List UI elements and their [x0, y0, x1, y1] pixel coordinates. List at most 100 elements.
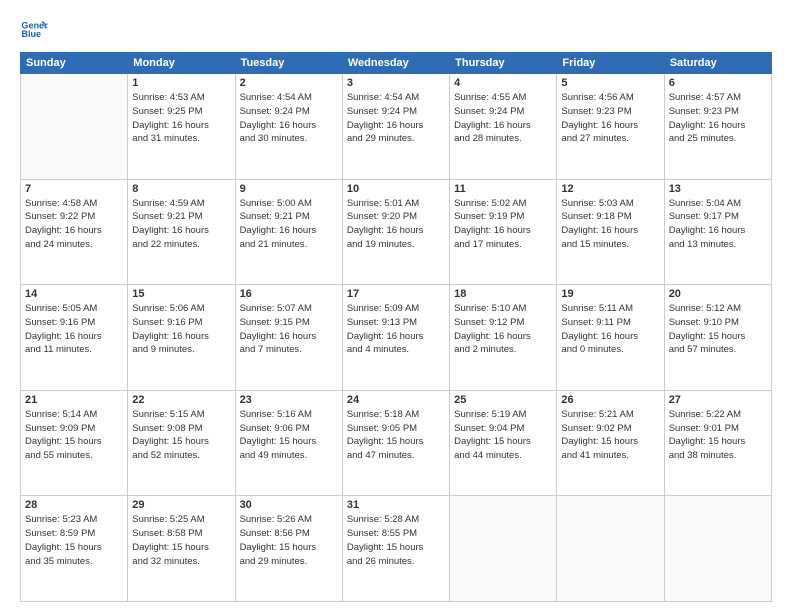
calendar-cell: 16 Sunrise: 5:07 AM Sunset: 9:15 PM Dayli… — [235, 285, 342, 391]
day-number: 2 — [240, 77, 338, 89]
day-number: 12 — [561, 183, 659, 195]
day-info: Sunrise: 5:05 AM Sunset: 9:16 PM Dayligh… — [25, 302, 123, 357]
calendar-cell — [450, 496, 557, 602]
calendar-week-3: 21Sunrise: 5:14 AM Sunset: 9:09 PM Dayli… — [21, 390, 772, 496]
logo-icon: General Blue — [20, 16, 48, 44]
calendar-cell: 4 Sunrise: 4:55 AM Sunset: 9:24 PM Daylig… — [450, 74, 557, 180]
day-info: Sunrise: 5:06 AM Sunset: 9:16 PM Dayligh… — [132, 302, 230, 357]
logo: General Blue — [20, 16, 52, 44]
day-number: 7 — [25, 183, 123, 195]
calendar-cell: 6 Sunrise: 4:57 AM Sunset: 9:23 PM Daylig… — [664, 74, 771, 180]
calendar-cell: 14Sunrise: 5:05 AM Sunset: 9:16 PM Dayli… — [21, 285, 128, 391]
day-info: Sunrise: 5:07 AM Sunset: 9:15 PM Dayligh… — [240, 302, 338, 357]
day-info: Sunrise: 4:54 AM Sunset: 9:24 PM Dayligh… — [240, 91, 338, 146]
day-info: Sunrise: 5:12 AM Sunset: 9:10 PM Dayligh… — [669, 302, 767, 357]
day-number: 11 — [454, 183, 552, 195]
calendar-cell: 28 Sunrise: 5:23 AM Sunset: 8:59 PM Dayli… — [21, 496, 128, 602]
calendar-header-saturday: Saturday — [664, 53, 771, 74]
day-number: 18 — [454, 288, 552, 300]
day-info: Sunrise: 5:09 AM Sunset: 9:13 PM Dayligh… — [347, 302, 445, 357]
day-number: 30 — [240, 499, 338, 511]
calendar-cell: 1 Sunrise: 4:53 AM Sunset: 9:25 PM Daylig… — [128, 74, 235, 180]
calendar-header-tuesday: Tuesday — [235, 53, 342, 74]
calendar-week-2: 14Sunrise: 5:05 AM Sunset: 9:16 PM Dayli… — [21, 285, 772, 391]
calendar-cell: 17Sunrise: 5:09 AM Sunset: 9:13 PM Dayli… — [342, 285, 449, 391]
calendar-cell: 12 Sunrise: 5:03 AM Sunset: 9:18 PM Dayli… — [557, 179, 664, 285]
calendar-header-thursday: Thursday — [450, 53, 557, 74]
day-info: Sunrise: 5:19 AM Sunset: 9:04 PM Dayligh… — [454, 408, 552, 463]
calendar-week-1: 7 Sunrise: 4:58 AM Sunset: 9:22 PM Daylig… — [21, 179, 772, 285]
day-number: 16 — [240, 288, 338, 300]
calendar-cell: 22 Sunrise: 5:15 AM Sunset: 9:08 PM Dayli… — [128, 390, 235, 496]
calendar-cell: 2 Sunrise: 4:54 AM Sunset: 9:24 PM Daylig… — [235, 74, 342, 180]
day-number: 28 — [25, 499, 123, 511]
calendar-cell: 5 Sunrise: 4:56 AM Sunset: 9:23 PM Daylig… — [557, 74, 664, 180]
day-number: 4 — [454, 77, 552, 89]
calendar-cell: 9Sunrise: 5:00 AM Sunset: 9:21 PM Daylig… — [235, 179, 342, 285]
day-number: 20 — [669, 288, 767, 300]
day-number: 25 — [454, 394, 552, 406]
day-info: Sunrise: 5:04 AM Sunset: 9:17 PM Dayligh… — [669, 197, 767, 252]
day-number: 26 — [561, 394, 659, 406]
calendar-header-row: SundayMondayTuesdayWednesdayThursdayFrid… — [21, 53, 772, 74]
calendar-cell: 27 Sunrise: 5:22 AM Sunset: 9:01 PM Dayli… — [664, 390, 771, 496]
day-number: 24 — [347, 394, 445, 406]
day-number: 13 — [669, 183, 767, 195]
calendar-cell: 8Sunrise: 4:59 AM Sunset: 9:21 PM Daylig… — [128, 179, 235, 285]
calendar-cell: 13 Sunrise: 5:04 AM Sunset: 9:17 PM Dayli… — [664, 179, 771, 285]
calendar-cell: 29Sunrise: 5:25 AM Sunset: 8:58 PM Dayli… — [128, 496, 235, 602]
day-number: 31 — [347, 499, 445, 511]
day-number: 9 — [240, 183, 338, 195]
calendar-cell: 19 Sunrise: 5:11 AM Sunset: 9:11 PM Dayli… — [557, 285, 664, 391]
calendar-cell — [664, 496, 771, 602]
day-info: Sunrise: 5:23 AM Sunset: 8:59 PM Dayligh… — [25, 513, 123, 568]
day-number: 10 — [347, 183, 445, 195]
day-info: Sunrise: 4:58 AM Sunset: 9:22 PM Dayligh… — [25, 197, 123, 252]
day-number: 22 — [132, 394, 230, 406]
header: General Blue — [20, 16, 772, 44]
day-info: Sunrise: 5:03 AM Sunset: 9:18 PM Dayligh… — [561, 197, 659, 252]
calendar-cell — [557, 496, 664, 602]
day-info: Sunrise: 5:22 AM Sunset: 9:01 PM Dayligh… — [669, 408, 767, 463]
day-info: Sunrise: 5:18 AM Sunset: 9:05 PM Dayligh… — [347, 408, 445, 463]
day-number: 27 — [669, 394, 767, 406]
calendar-header-sunday: Sunday — [21, 53, 128, 74]
calendar-week-4: 28 Sunrise: 5:23 AM Sunset: 8:59 PM Dayli… — [21, 496, 772, 602]
day-info: Sunrise: 5:01 AM Sunset: 9:20 PM Dayligh… — [347, 197, 445, 252]
calendar-cell: 11 Sunrise: 5:02 AM Sunset: 9:19 PM Dayli… — [450, 179, 557, 285]
day-info: Sunrise: 4:56 AM Sunset: 9:23 PM Dayligh… — [561, 91, 659, 146]
calendar-cell: 21Sunrise: 5:14 AM Sunset: 9:09 PM Dayli… — [21, 390, 128, 496]
day-info: Sunrise: 4:55 AM Sunset: 9:24 PM Dayligh… — [454, 91, 552, 146]
day-info: Sunrise: 5:11 AM Sunset: 9:11 PM Dayligh… — [561, 302, 659, 357]
day-number: 21 — [25, 394, 123, 406]
calendar-cell: 23Sunrise: 5:16 AM Sunset: 9:06 PM Dayli… — [235, 390, 342, 496]
calendar-cell: 20 Sunrise: 5:12 AM Sunset: 9:10 PM Dayli… — [664, 285, 771, 391]
calendar-cell: 30 Sunrise: 5:26 AM Sunset: 8:56 PM Dayli… — [235, 496, 342, 602]
calendar-header-wednesday: Wednesday — [342, 53, 449, 74]
day-info: Sunrise: 5:02 AM Sunset: 9:19 PM Dayligh… — [454, 197, 552, 252]
day-number: 6 — [669, 77, 767, 89]
calendar-week-0: 1 Sunrise: 4:53 AM Sunset: 9:25 PM Daylig… — [21, 74, 772, 180]
day-number: 19 — [561, 288, 659, 300]
day-info: Sunrise: 4:53 AM Sunset: 9:25 PM Dayligh… — [132, 91, 230, 146]
day-number: 3 — [347, 77, 445, 89]
day-info: Sunrise: 5:16 AM Sunset: 9:06 PM Dayligh… — [240, 408, 338, 463]
day-info: Sunrise: 5:26 AM Sunset: 8:56 PM Dayligh… — [240, 513, 338, 568]
calendar-cell: 31 Sunrise: 5:28 AM Sunset: 8:55 PM Dayli… — [342, 496, 449, 602]
calendar-table: SundayMondayTuesdayWednesdayThursdayFrid… — [20, 52, 772, 602]
day-number: 29 — [132, 499, 230, 511]
day-info: Sunrise: 5:15 AM Sunset: 9:08 PM Dayligh… — [132, 408, 230, 463]
day-number: 5 — [561, 77, 659, 89]
day-number: 15 — [132, 288, 230, 300]
calendar-cell: 24 Sunrise: 5:18 AM Sunset: 9:05 PM Dayli… — [342, 390, 449, 496]
svg-text:Blue: Blue — [21, 29, 41, 39]
calendar-header-friday: Friday — [557, 53, 664, 74]
calendar-cell: 3Sunrise: 4:54 AM Sunset: 9:24 PM Daylig… — [342, 74, 449, 180]
calendar-cell: 10 Sunrise: 5:01 AM Sunset: 9:20 PM Dayli… — [342, 179, 449, 285]
calendar-header-monday: Monday — [128, 53, 235, 74]
page: General Blue SundayMondayTuesdayWednesda… — [0, 0, 792, 612]
day-number: 1 — [132, 77, 230, 89]
day-info: Sunrise: 4:57 AM Sunset: 9:23 PM Dayligh… — [669, 91, 767, 146]
calendar-cell: 7 Sunrise: 4:58 AM Sunset: 9:22 PM Daylig… — [21, 179, 128, 285]
day-info: Sunrise: 5:28 AM Sunset: 8:55 PM Dayligh… — [347, 513, 445, 568]
